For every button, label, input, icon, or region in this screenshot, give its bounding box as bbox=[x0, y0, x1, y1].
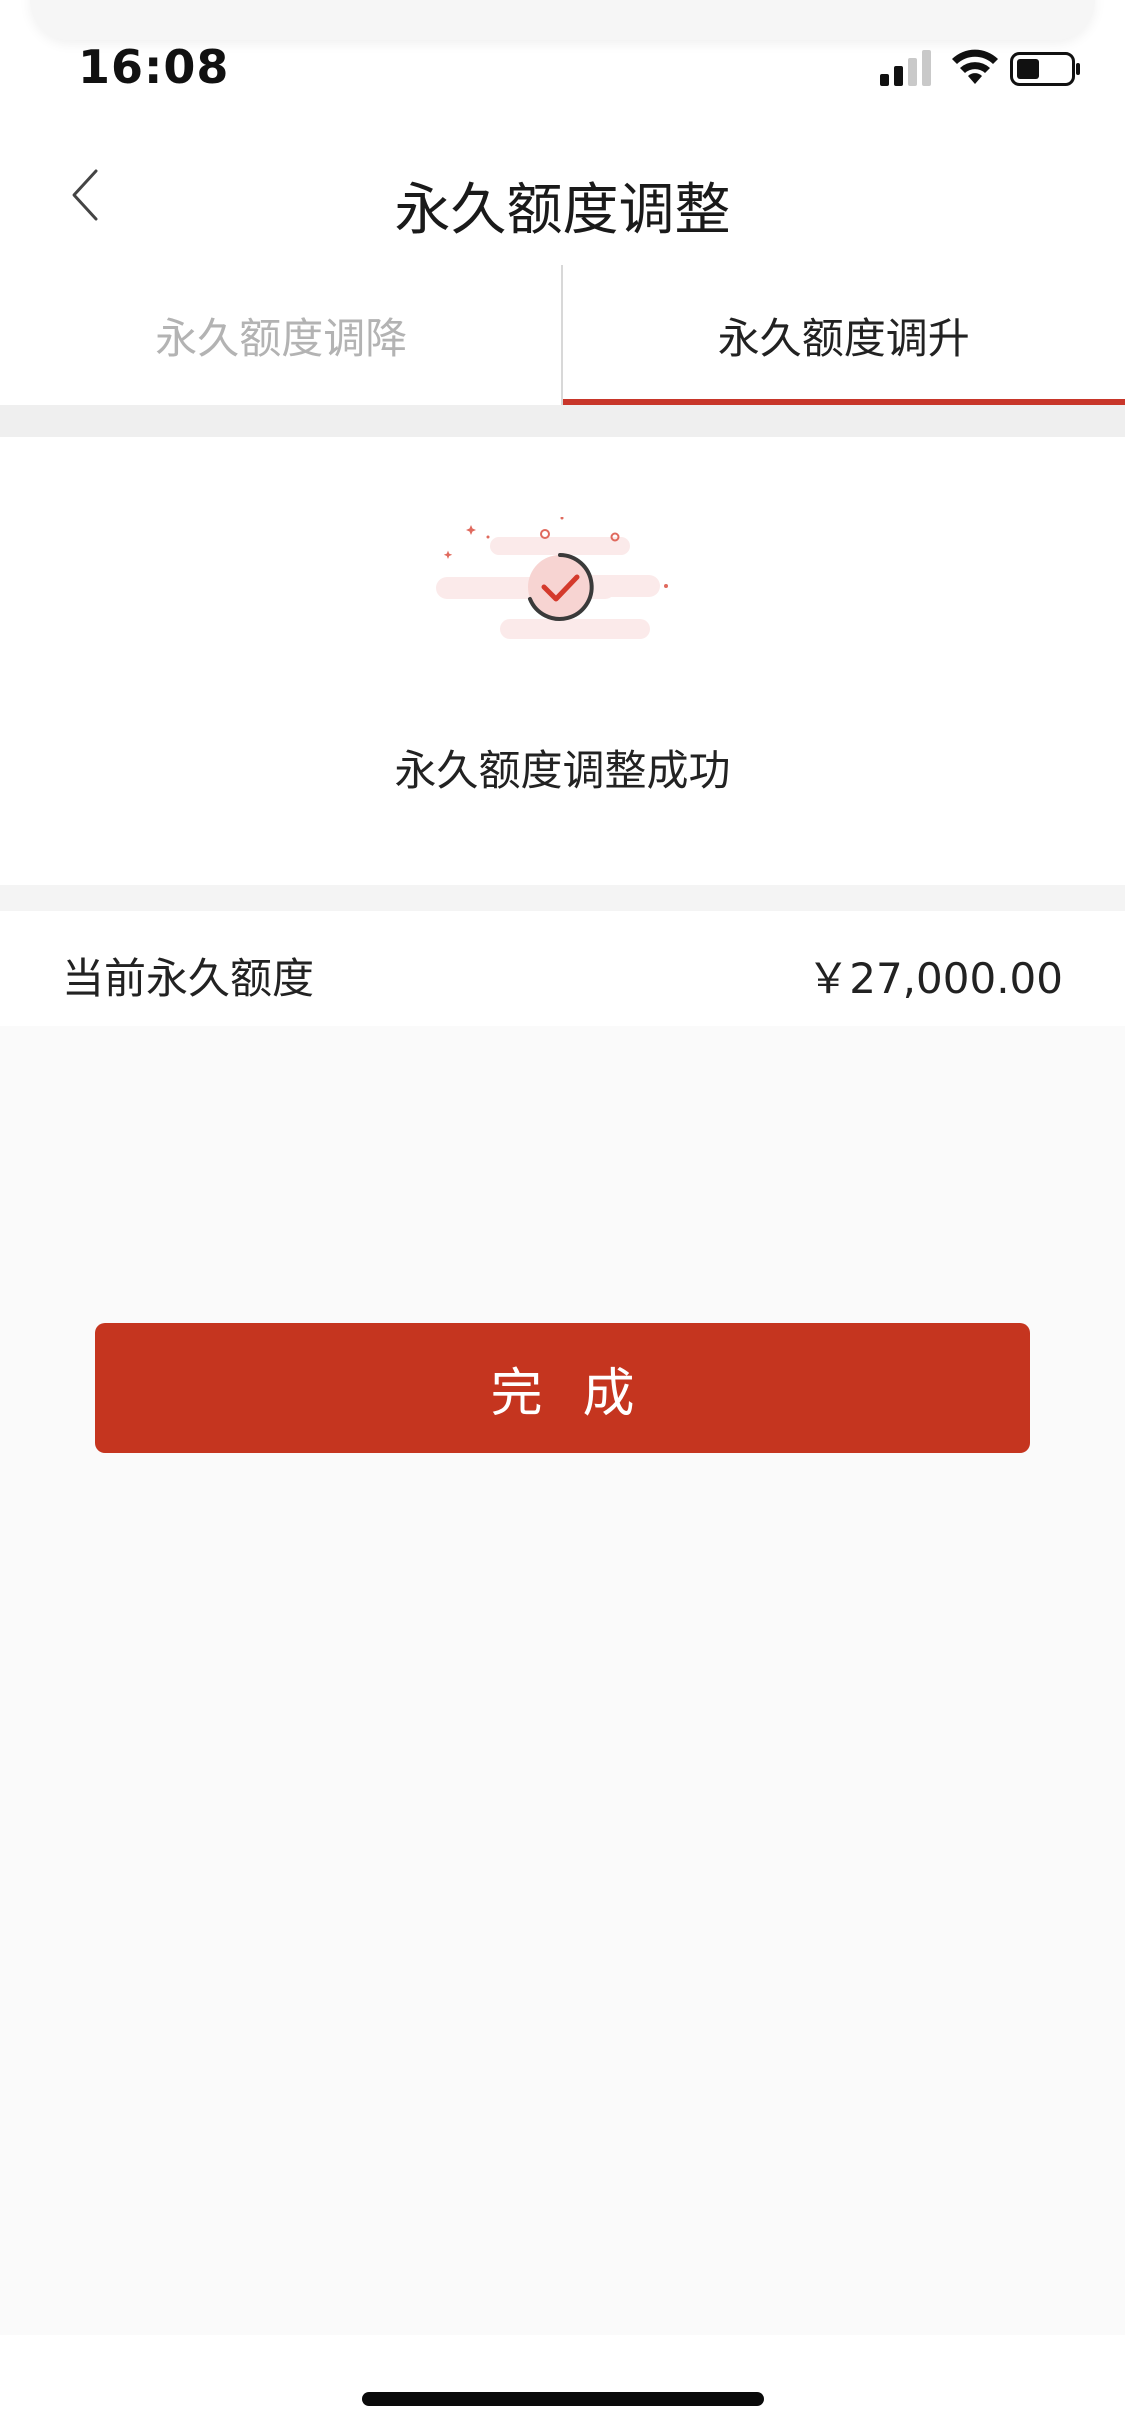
tab-increase-label: 永久额度调升 bbox=[717, 313, 970, 363]
wifi-icon bbox=[952, 49, 998, 84]
cellular-signal-icon bbox=[880, 50, 931, 86]
current-limit-label: 当前永久额度 bbox=[62, 954, 315, 1003]
notification-shadow bbox=[30, 0, 1095, 40]
status-time: 16:08 bbox=[78, 40, 230, 94]
section-gap bbox=[0, 405, 1125, 437]
current-limit-row: 当前永久额度 ￥27,000.00 bbox=[0, 911, 1125, 1026]
status-bar: 16:08 bbox=[0, 0, 1125, 115]
current-limit-value: ￥27,000.00 bbox=[807, 954, 1063, 1003]
success-check-icon bbox=[436, 517, 668, 639]
tab-bar: 永久额度调降 永久额度调升 bbox=[0, 265, 1125, 405]
screen: 16:08 永久额度调整 永久额度调降 永久额度调升 永久额度调整成功 当前永久… bbox=[0, 0, 1125, 2436]
success-message: 永久额度调整成功 bbox=[394, 746, 731, 795]
bottom-safe-area bbox=[0, 2335, 1125, 2436]
done-button[interactable]: 完成 bbox=[95, 1323, 1030, 1453]
nav-header: 永久额度调整 bbox=[0, 115, 1125, 265]
page-title: 永久额度调整 bbox=[394, 178, 731, 243]
tab-decrease-label: 永久额度调降 bbox=[155, 313, 408, 363]
tab-increase[interactable]: 永久额度调升 bbox=[562, 265, 1125, 405]
section-gap bbox=[0, 885, 1125, 911]
success-panel: 永久额度调整成功 bbox=[0, 437, 1125, 885]
tab-decrease[interactable]: 永久额度调降 bbox=[0, 265, 563, 405]
tab-divider bbox=[561, 265, 563, 405]
battery-icon bbox=[1010, 52, 1080, 86]
home-indicator[interactable] bbox=[362, 2392, 764, 2406]
